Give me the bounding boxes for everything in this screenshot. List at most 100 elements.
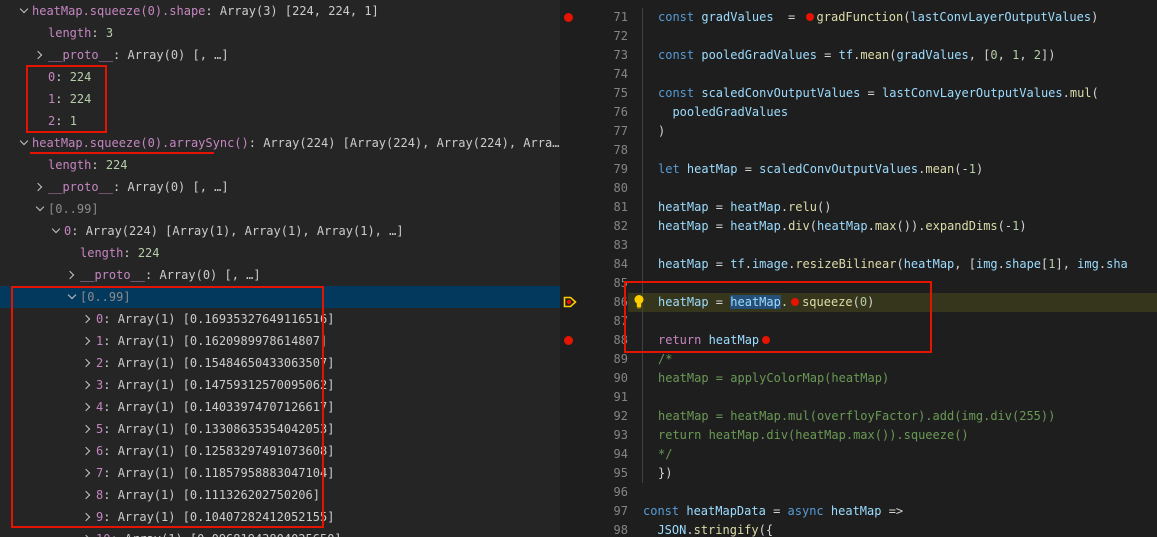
line-number: 85 bbox=[613, 276, 628, 290]
code-token: const bbox=[658, 10, 702, 24]
code-token: = bbox=[773, 10, 803, 24]
variable-row[interactable]: [0..99] bbox=[0, 198, 560, 220]
variable-row[interactable]: 10: Array(1) [0.09681943804025650] bbox=[0, 528, 560, 537]
chevron-right-icon[interactable] bbox=[82, 528, 94, 537]
code-token: ( bbox=[1091, 86, 1099, 100]
code-token: ], bbox=[1055, 257, 1078, 271]
variable-row[interactable]: __proto__: Array(0) [, …] bbox=[0, 264, 560, 286]
line-number: 77 bbox=[613, 124, 628, 138]
code-token: . bbox=[867, 219, 875, 233]
code-token: mean bbox=[925, 162, 955, 176]
variable-row[interactable]: __proto__: Array(0) [, …] bbox=[0, 44, 560, 66]
variable-row[interactable]: 0: Array(224) [Array(1), Array(1), Array… bbox=[0, 220, 560, 242]
chevron-down-icon[interactable] bbox=[34, 198, 46, 220]
code-token: . bbox=[1098, 257, 1107, 271]
code-token: . bbox=[780, 219, 789, 233]
code-token: gradValues bbox=[701, 10, 774, 24]
code-token: ) bbox=[658, 124, 666, 138]
code-line[interactable]: const scaledConvOutputValues = lastConvL… bbox=[658, 84, 1099, 103]
chevron-down-icon[interactable] bbox=[18, 0, 30, 22]
code-line[interactable]: const pooledGradValues = tf.mean(gradVal… bbox=[658, 46, 1055, 65]
line-number: 75 bbox=[613, 86, 628, 100]
code-token: }) bbox=[658, 466, 673, 480]
code-token: img bbox=[975, 257, 998, 271]
range-label: [0..99] bbox=[48, 202, 99, 216]
variable-name: __proto__ bbox=[48, 180, 114, 194]
code-token: const bbox=[658, 48, 702, 62]
line-number: 93 bbox=[613, 428, 628, 442]
line-number: 73 bbox=[613, 48, 628, 62]
annotation-box-shape-values bbox=[26, 65, 107, 133]
code-token: scaledConvOutputValues bbox=[759, 162, 919, 176]
code-token: heatMap bbox=[830, 504, 882, 518]
code-token: heatMap bbox=[686, 162, 738, 176]
code-line[interactable]: const gradValues = gradFunction(lastConv… bbox=[658, 8, 1098, 27]
code-token: relu bbox=[788, 200, 817, 214]
variable-row[interactable]: length: 3 bbox=[0, 22, 560, 44]
variable-value: 224 bbox=[105, 158, 128, 172]
variable-value: Array(0) [, …] bbox=[159, 268, 261, 282]
line-number: 80 bbox=[613, 181, 628, 195]
code-editor[interactable]: 71 const gradValues = gradFunction(lastCo… bbox=[560, 0, 1157, 537]
code-line[interactable]: return heatMap.div(heatMap.max()).squeez… bbox=[658, 426, 969, 445]
code-line[interactable]: JSON.stringify({ bbox=[643, 521, 773, 537]
code-line[interactable]: heatMap = heatMap.mul(overfloyFactor).ad… bbox=[658, 407, 1055, 426]
line-number: 86 bbox=[613, 295, 628, 309]
annotation-box-array-rows bbox=[11, 286, 324, 528]
code-line[interactable]: heatMap = heatMap.relu() bbox=[658, 198, 831, 217]
code-token: ) bbox=[975, 162, 984, 176]
code-token: stringify bbox=[693, 523, 759, 537]
chevron-down-icon[interactable] bbox=[50, 220, 62, 242]
variable-row[interactable]: heatMap.squeeze(0).shape: Array(3) [224,… bbox=[0, 0, 560, 22]
code-line[interactable]: heatMap = tf.image.resizeBilinear(heatMa… bbox=[658, 255, 1128, 274]
inline-breakpoint-icon[interactable] bbox=[805, 12, 814, 21]
code-line[interactable]: }) bbox=[658, 464, 672, 483]
code-token: mul bbox=[1069, 86, 1092, 100]
code-line[interactable]: */ bbox=[658, 445, 672, 464]
chevron-right-icon[interactable] bbox=[34, 44, 46, 66]
code-token: = bbox=[765, 504, 788, 518]
variable-row[interactable]: __proto__: Array(0) [, …] bbox=[0, 176, 560, 198]
code-token: image bbox=[751, 257, 789, 271]
code-token: heatMap bbox=[730, 200, 781, 214]
code-token: tf bbox=[838, 48, 854, 62]
code-token: heatMap bbox=[730, 219, 781, 233]
variable-value: Array(0) [, …] bbox=[127, 180, 229, 194]
chevron-right-icon[interactable] bbox=[66, 264, 78, 286]
code-token: pooledGradValues bbox=[701, 48, 817, 62]
line-number: 97 bbox=[613, 504, 628, 518]
line-number: 78 bbox=[613, 143, 628, 157]
code-token: () bbox=[816, 200, 832, 214]
code-token: /* bbox=[658, 352, 673, 366]
code-token: ({ bbox=[758, 523, 774, 537]
variable-value: Array(224) [Array(1), Array(1), Array(1)… bbox=[85, 224, 404, 238]
chevron-right-icon[interactable] bbox=[34, 176, 46, 198]
code-token: ( bbox=[896, 257, 904, 271]
line-number: 89 bbox=[613, 352, 628, 366]
code-line[interactable]: const heatMapData = async heatMap => bbox=[643, 502, 903, 521]
code-token: = bbox=[860, 86, 882, 100]
code-line[interactable]: heatMap = applyColorMap(heatMap) bbox=[658, 369, 889, 388]
code-line[interactable]: pooledGradValues bbox=[658, 103, 788, 122]
variable-name: __proto__ bbox=[48, 48, 114, 62]
code-token: sha bbox=[1106, 257, 1128, 271]
code-token: let bbox=[658, 162, 687, 176]
code-token: . bbox=[744, 257, 752, 271]
code-line[interactable]: ) bbox=[658, 122, 665, 141]
variable-row[interactable]: length: 224 bbox=[0, 154, 560, 176]
code-token: heatMap bbox=[817, 219, 868, 233]
line-number: 87 bbox=[613, 314, 628, 328]
code-line[interactable]: let heatMap = scaledConvOutputValues.mea… bbox=[658, 160, 983, 179]
code-token: , bbox=[1019, 48, 1034, 62]
code-token: . bbox=[686, 523, 694, 537]
code-token: heatMapData bbox=[686, 504, 766, 518]
code-line[interactable]: heatMap = heatMap.div(heatMap.max()).exp… bbox=[658, 217, 1027, 236]
variable-row[interactable]: length: 224 bbox=[0, 242, 560, 264]
code-token: heatMap bbox=[903, 257, 955, 271]
chevron-down-icon[interactable] bbox=[18, 132, 30, 154]
variable-row[interactable]: heatMap.squeeze(0).arraySync(): Array(22… bbox=[0, 132, 560, 154]
code-token: */ bbox=[658, 447, 673, 461]
variable-name: __proto__ bbox=[80, 268, 146, 282]
line-number: 96 bbox=[613, 485, 628, 499]
variable-value: 3 bbox=[105, 26, 114, 40]
